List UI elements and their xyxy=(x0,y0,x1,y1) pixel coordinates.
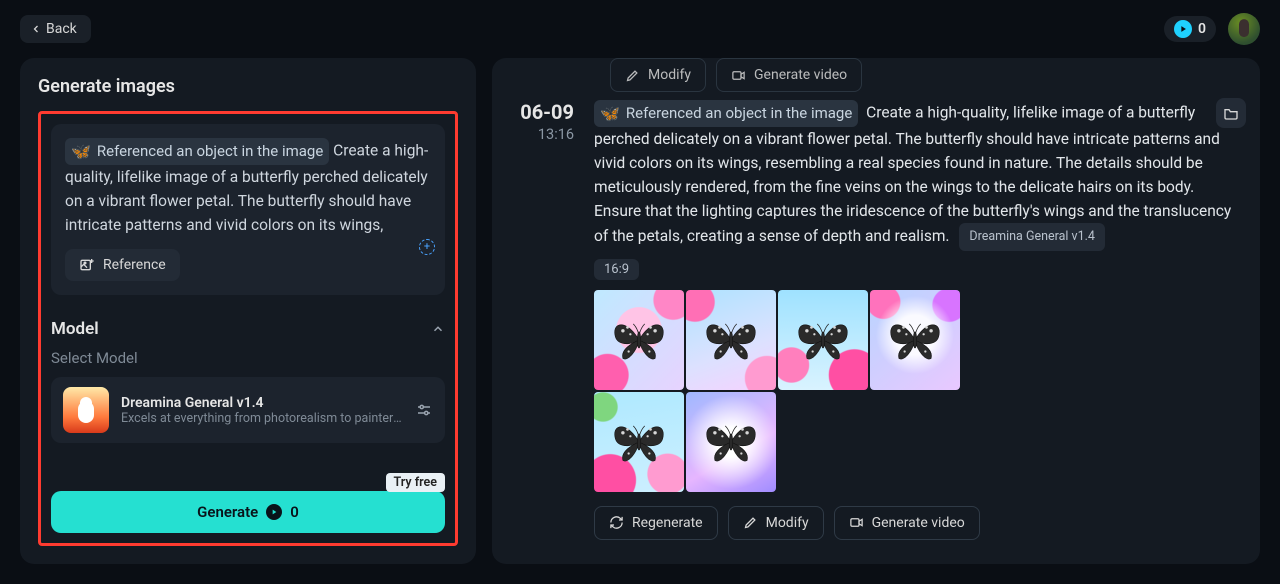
avatar[interactable] xyxy=(1228,13,1260,45)
model-section-label: Model xyxy=(51,319,99,339)
prev-modify-label: Modify xyxy=(648,67,691,83)
top-bar: Back 0 xyxy=(0,0,1280,58)
model-info: Dreamina General v1.4 Excels at everythi… xyxy=(121,395,403,426)
aspect-chip: 16:9 xyxy=(594,259,639,280)
credits-pill[interactable]: 0 xyxy=(1164,16,1216,42)
result-thumbnail[interactable] xyxy=(594,392,684,492)
credit-icon xyxy=(266,504,282,520)
generate-cost: 0 xyxy=(290,503,299,521)
model-chip: Dreamina General v1.4 xyxy=(959,223,1105,250)
genvideo-label: Generate video xyxy=(872,515,965,531)
modify-label: Modify xyxy=(766,515,809,531)
add-icon[interactable]: + xyxy=(419,239,435,255)
result-thumbnail[interactable] xyxy=(594,290,684,390)
generation-entry: 06-09 13:16 🦋 Referenced an object in th… xyxy=(510,100,1242,540)
model-desc: Excels at everything from photorealism t… xyxy=(121,411,403,426)
prev-genvideo-label: Generate video xyxy=(754,67,847,83)
generation-date: 06-09 xyxy=(510,100,574,124)
result-thumbnail[interactable] xyxy=(870,290,960,390)
prev-generate-video-button[interactable]: Generate video xyxy=(716,58,862,92)
prompt-text-area[interactable]: 🦋 Referenced an object in the image Crea… xyxy=(65,138,431,237)
folder-icon xyxy=(1223,105,1239,121)
credit-icon xyxy=(1174,20,1192,38)
credits-value: 0 xyxy=(1198,21,1206,37)
model-thumbnail xyxy=(63,387,109,433)
regenerate-button[interactable]: Regenerate xyxy=(594,506,718,540)
video-icon xyxy=(849,515,864,530)
left-panel: Generate images 🦋 Referenced an object i… xyxy=(20,58,476,564)
reference-chip-label: Referenced an object in the image xyxy=(97,140,323,163)
refresh-icon xyxy=(609,515,624,530)
image-add-icon xyxy=(79,257,95,273)
top-right: 0 xyxy=(1164,13,1260,45)
generation-block: 🦋 Referenced an object in the image Crea… xyxy=(594,100,1242,540)
result-thumbnail[interactable] xyxy=(686,290,776,390)
generation-actions: Regenerate Modify Generate video xyxy=(594,506,1242,540)
reference-chip-label: Referenced an object in the image xyxy=(626,102,852,125)
generation-time: 13:16 xyxy=(510,126,574,143)
prev-gen-actions: Modify Generate video xyxy=(510,58,1242,100)
model-select-label: Select Model xyxy=(51,349,445,367)
reference-chip: 🦋 Referenced an object in the image xyxy=(594,100,858,127)
regenerate-label: Regenerate xyxy=(632,515,703,531)
video-icon xyxy=(731,68,746,83)
generate-video-button[interactable]: Generate video xyxy=(834,506,980,540)
main: Generate images 🦋 Referenced an object i… xyxy=(0,58,1280,584)
reference-button-label: Reference xyxy=(103,257,166,273)
result-thumbnail[interactable] xyxy=(686,392,776,492)
butterfly-emoji-icon: 🦋 xyxy=(71,144,91,160)
model-card[interactable]: Dreamina General v1.4 Excels at everythi… xyxy=(51,377,445,443)
reference-button[interactable]: Reference xyxy=(65,249,180,281)
model-name: Dreamina General v1.4 xyxy=(121,395,403,411)
prev-modify-button[interactable]: Modify xyxy=(610,58,706,92)
pencil-icon xyxy=(743,515,758,530)
chevron-left-icon xyxy=(30,23,42,35)
try-free-badge: Try free xyxy=(386,473,445,492)
sliders-icon[interactable] xyxy=(415,401,433,419)
panel-title: Generate images xyxy=(38,76,458,97)
model-section-toggle[interactable]: Model xyxy=(51,319,445,339)
pencil-icon xyxy=(625,68,640,83)
highlighted-region: 🦋 Referenced an object in the image Crea… xyxy=(38,111,458,546)
modify-button[interactable]: Modify xyxy=(728,506,824,540)
folder-button[interactable] xyxy=(1216,98,1246,128)
butterfly-emoji-icon: 🦋 xyxy=(600,106,620,122)
right-panel: Modify Generate video 06-09 13:16 xyxy=(492,58,1260,564)
generate-wrap: Try free Generate 0 xyxy=(51,491,445,533)
reference-chip: 🦋 Referenced an object in the image xyxy=(65,138,329,165)
timestamp: 06-09 13:16 xyxy=(510,100,574,540)
generate-button[interactable]: Generate 0 xyxy=(51,491,445,533)
prompt-card[interactable]: 🦋 Referenced an object in the image Crea… xyxy=(51,124,445,295)
result-grid xyxy=(594,290,960,492)
generation-prompt: 🦋 Referenced an object in the image Crea… xyxy=(594,100,1242,251)
result-thumbnail[interactable] xyxy=(778,290,868,390)
back-label: Back xyxy=(46,21,77,37)
generate-label: Generate xyxy=(197,503,258,521)
back-button[interactable]: Back xyxy=(20,15,91,43)
chevron-up-icon xyxy=(431,322,445,336)
